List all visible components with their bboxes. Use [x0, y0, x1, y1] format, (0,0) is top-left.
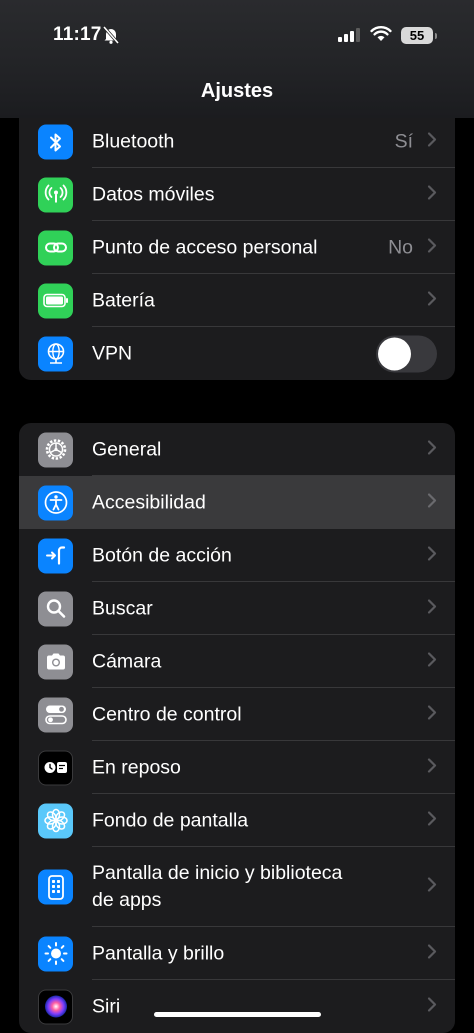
- settings-row-punto-de-acceso[interactable]: Punto de acceso personal No: [19, 221, 455, 274]
- bluetooth-icon: [38, 124, 73, 160]
- settings-row-label: Bluetooth: [92, 130, 175, 153]
- settings-row-value: No: [388, 236, 413, 258]
- sun-icon: [38, 936, 73, 971]
- settings-row-siri[interactable]: Siri: [19, 980, 455, 1033]
- wifi-icon: [370, 25, 392, 48]
- flower-icon: [38, 803, 73, 838]
- settings-row-boton-de-accion[interactable]: Botón de acción: [19, 529, 455, 582]
- settings-row-buscar[interactable]: Buscar: [19, 582, 455, 635]
- settings-row-accesibilidad[interactable]: Accesibilidad: [19, 476, 455, 529]
- settings-row-label: Pantalla de inicio y biblioteca de apps: [92, 862, 343, 911]
- settings-row-en-reposo[interactable]: En reposo: [19, 741, 455, 794]
- settings-row-label: En reposo: [92, 756, 181, 778]
- chevron-right-icon: [427, 943, 437, 964]
- home-indicator[interactable]: [154, 1012, 321, 1017]
- chevron-right-icon: [427, 810, 437, 831]
- general-group: General Accesibilidad Botón de acción Bu…: [19, 423, 455, 1033]
- settings-row-pantalla-de-inicio[interactable]: Pantalla de inicio y biblioteca de apps: [19, 847, 455, 927]
- settings-row-label: Cámara: [92, 650, 162, 672]
- chevron-right-icon: [427, 492, 437, 513]
- chevron-right-icon: [427, 290, 437, 311]
- settings-row-pantalla-y-brillo[interactable]: Pantalla y brillo: [19, 927, 455, 980]
- settings-row-bateria[interactable]: Batería: [19, 274, 455, 327]
- settings-row-camara[interactable]: Cámara: [19, 635, 455, 688]
- settings-row-value: Sí: [394, 130, 413, 153]
- settings-row-general[interactable]: General: [19, 423, 455, 476]
- chevron-right-icon: [427, 132, 437, 153]
- gear-icon: [38, 432, 73, 467]
- search-icon: [38, 591, 73, 626]
- home-screen-icon: [38, 869, 73, 905]
- settings-row-label: Punto de acceso personal: [92, 236, 318, 258]
- settings-row-label: Datos móviles: [92, 183, 215, 205]
- chevron-right-icon: [427, 757, 437, 778]
- settings-row-label: Fondo de pantalla: [92, 809, 249, 831]
- camera-icon: [38, 644, 73, 679]
- settings-row-label: Pantalla y brillo: [92, 942, 225, 964]
- page-title: Ajustes: [200, 80, 274, 102]
- settings-row-vpn[interactable]: VPN: [19, 327, 455, 380]
- chevron-right-icon: [427, 439, 437, 460]
- chevron-right-icon: [427, 598, 437, 619]
- chevron-right-icon: [427, 545, 437, 566]
- settings-row-label: Botón de acción: [92, 544, 232, 566]
- connectivity-group: Bluetooth Sí Datos móviles Punto de acce…: [19, 106, 455, 380]
- settings-row-label: VPN: [92, 342, 133, 364]
- status-time: 11:17: [53, 24, 102, 45]
- control-center-icon: [38, 697, 73, 732]
- battery-indicator: 55: [401, 27, 437, 44]
- vpn-toggle[interactable]: [376, 335, 437, 372]
- accessibility-icon: [38, 485, 73, 520]
- settings-row-label: Accesibilidad: [92, 491, 206, 513]
- signal-icon: [338, 28, 362, 47]
- settings-row-centro-de-control[interactable]: Centro de control: [19, 688, 455, 741]
- action-button-icon: [38, 538, 73, 573]
- navigation-bar: 11:17 55 Ajustes: [0, 0, 474, 118]
- standby-icon: [38, 750, 73, 785]
- chevron-right-icon: [427, 651, 437, 672]
- chevron-right-icon: [427, 877, 437, 898]
- hotspot-icon: [38, 230, 73, 265]
- settings-row-label: Centro de control: [92, 703, 242, 725]
- settings-row-datos-moviles[interactable]: Datos móviles: [19, 168, 455, 221]
- globe-icon: [38, 336, 73, 371]
- chevron-right-icon: [427, 996, 437, 1017]
- battery-icon: [38, 283, 73, 318]
- bell-slash-icon: [101, 25, 121, 50]
- chevron-right-icon: [427, 184, 437, 205]
- chevron-right-icon: [427, 704, 437, 725]
- chevron-right-icon: [427, 237, 437, 258]
- settings-row-label: Batería: [92, 289, 155, 311]
- antenna-icon: [38, 177, 73, 212]
- settings-row-label: General: [92, 438, 162, 460]
- siri-icon: [38, 989, 73, 1024]
- settings-row-label: Buscar: [92, 597, 153, 619]
- settings-row-fondo-de-pantalla[interactable]: Fondo de pantalla: [19, 794, 455, 847]
